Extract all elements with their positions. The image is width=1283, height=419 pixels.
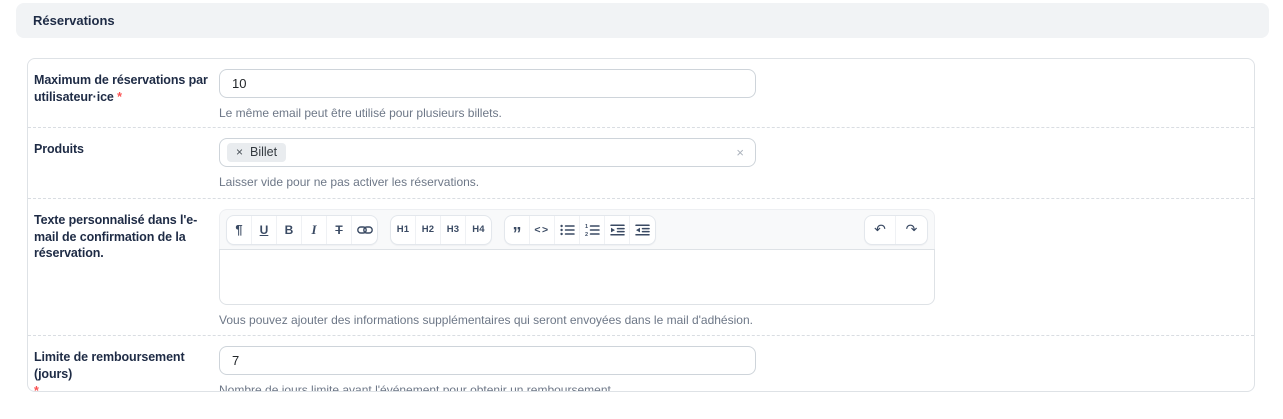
underline-icon: U (260, 223, 269, 237)
selected-product-tag: × Billet (227, 143, 286, 163)
bullet-list-icon (560, 224, 575, 236)
field-row-max-reservations: Maximum de réservations par utilisateur·… (28, 59, 1254, 128)
blockquote-button[interactable]: ” (505, 216, 530, 244)
undo-icon: ↶ (874, 222, 886, 238)
form-card: Maximum de réservations par utilisateur·… (27, 58, 1255, 392)
select-clear-icon[interactable]: × (736, 145, 744, 160)
field-help-text: Le même email peut être utilisé pour plu… (219, 106, 1254, 120)
field-control: ¶ U B I T (219, 209, 1254, 327)
field-label-text: Texte personnalisé dans l'e-mail de conf… (34, 213, 197, 260)
refund-limit-input[interactable] (219, 346, 756, 375)
toolbar-group-inline: ¶ U B I T (226, 215, 378, 245)
field-label-max-reservations: Maximum de réservations par utilisateur·… (34, 69, 213, 105)
heading2-icon: H2 (422, 224, 435, 235)
italic-button[interactable]: I (302, 216, 327, 244)
heading3-icon: H3 (447, 224, 460, 235)
redo-icon: ↷ (906, 222, 918, 238)
ordered-list-button[interactable]: 1 2 (580, 216, 605, 244)
svg-text:1: 1 (585, 224, 588, 230)
blockquote-icon: ” (513, 231, 522, 237)
outdent-button[interactable] (630, 216, 655, 244)
field-control: Le même email peut être utilisé pour plu… (219, 69, 1254, 120)
field-control: × Billet × Laisser vide pour ne pas acti… (219, 138, 1254, 189)
field-help-text: Nombre de jours limite avant l'événement… (219, 383, 1254, 392)
link-icon (357, 224, 373, 236)
field-row-products: Produits × Billet × Laisser vide pour ne… (28, 128, 1254, 199)
heading3-button[interactable]: H3 (441, 216, 466, 244)
toolbar-group-blocks: ” <> (504, 215, 656, 245)
toolbar-group-history: ↶ ↷ (864, 215, 928, 245)
section-title: Réservations (33, 13, 115, 28)
undo-button[interactable]: ↶ (865, 216, 896, 244)
tag-label: Billet (250, 146, 277, 160)
editor-toolbar: ¶ U B I T (219, 209, 935, 249)
strikethrough-icon: T (335, 223, 342, 237)
indent-button[interactable] (605, 216, 630, 244)
link-button[interactable] (352, 216, 377, 244)
heading4-icon: H4 (472, 224, 485, 235)
toolbar-group-headings: H1 H2 H3 H4 (390, 215, 492, 245)
outdent-icon (635, 224, 650, 236)
required-marker: * (117, 90, 122, 104)
field-label-products: Produits (34, 138, 213, 158)
heading1-button[interactable]: H1 (391, 216, 416, 244)
section-header: Réservations (16, 3, 1269, 38)
field-label-text: Produits (34, 142, 84, 156)
max-reservations-input[interactable] (219, 69, 756, 98)
field-row-custom-email-text: Texte personnalisé dans l'e-mail de conf… (28, 199, 1254, 336)
code-button[interactable]: <> (530, 216, 555, 244)
reservations-settings-page: Réservations Maximum de réservations par… (0, 0, 1283, 419)
bold-icon: B (285, 223, 294, 237)
products-multiselect[interactable]: × Billet × (219, 138, 756, 167)
redo-button[interactable]: ↷ (896, 216, 927, 244)
paragraph-icon: ¶ (235, 222, 242, 237)
field-help-text: Laisser vide pour ne pas activer les rés… (219, 175, 1254, 189)
strikethrough-button[interactable]: T (327, 216, 352, 244)
tag-remove-icon[interactable]: × (236, 146, 243, 159)
field-label-refund-limit: Limite de remboursement (jours) * (34, 346, 213, 392)
field-row-refund-limit: Limite de remboursement (jours) * Nombre… (28, 336, 1254, 391)
paragraph-button[interactable]: ¶ (227, 216, 252, 244)
field-label-custom-email-text: Texte personnalisé dans l'e-mail de conf… (34, 209, 213, 262)
rich-text-editor: ¶ U B I T (219, 209, 935, 305)
indent-icon (610, 224, 625, 236)
editor-content-area[interactable] (219, 249, 935, 305)
italic-icon: I (311, 222, 316, 238)
heading1-icon: H1 (397, 224, 410, 235)
heading4-button[interactable]: H4 (466, 216, 491, 244)
field-help-text: Vous pouvez ajouter des informations sup… (219, 313, 1254, 327)
svg-text:2: 2 (585, 232, 588, 236)
bullet-list-button[interactable] (555, 216, 580, 244)
field-control: Nombre de jours limite avant l'événement… (219, 346, 1254, 392)
bold-button[interactable]: B (277, 216, 302, 244)
ordered-list-icon: 1 2 (585, 224, 600, 236)
required-marker: * (34, 383, 213, 392)
underline-button[interactable]: U (252, 216, 277, 244)
code-icon: <> (534, 224, 549, 236)
field-label-text: Limite de remboursement (jours) (34, 350, 185, 381)
heading2-button[interactable]: H2 (416, 216, 441, 244)
